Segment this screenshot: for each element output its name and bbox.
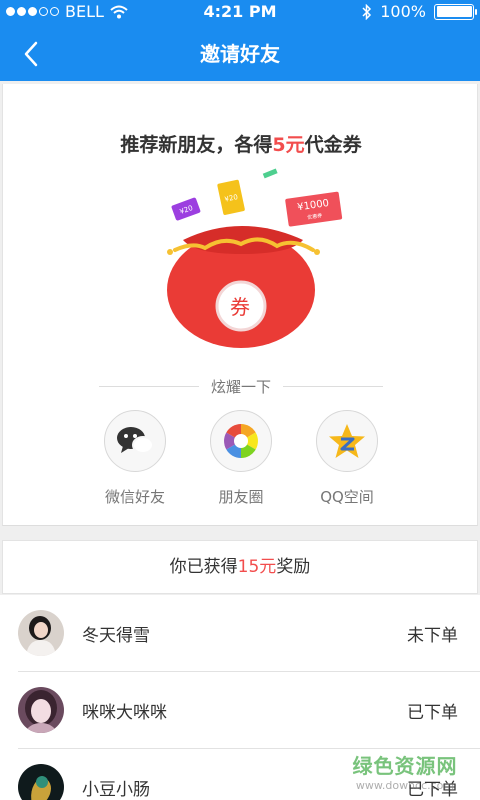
status-bar: BELL 4:21 PM 100% bbox=[0, 0, 480, 24]
coupon-red: ¥1000 优惠券 bbox=[285, 191, 343, 227]
app-header: BELL 4:21 PM 100% 邀请好友 bbox=[0, 0, 480, 81]
watermark-text: 绿色资源网 bbox=[352, 754, 458, 778]
invite-headline: 推荐新朋友，各得5元代金券 bbox=[3, 130, 479, 157]
order-status: 已下单 bbox=[407, 703, 458, 723]
avatar bbox=[18, 764, 64, 800]
battery-percent: 100% bbox=[380, 2, 426, 21]
friend-name: 小豆小肠 bbox=[82, 780, 150, 800]
reward-summary: 你已获得15元奖励 bbox=[2, 540, 478, 594]
share-wechat-label: 微信好友 bbox=[104, 488, 165, 506]
reward-prefix: 你已获得 bbox=[169, 557, 238, 577]
share-qzone-label: QQ空间 bbox=[320, 488, 374, 506]
share-qzone-button[interactable]: QQ空间 bbox=[297, 410, 397, 507]
coupon-bag-illustration: ¥20 ¥20 ¥1000 优惠券 券 bbox=[167, 168, 343, 348]
friend-name: 冬天得雪 bbox=[82, 626, 150, 646]
page-title: 邀请好友 bbox=[200, 42, 280, 66]
avatar bbox=[18, 610, 64, 656]
avatar bbox=[18, 687, 64, 733]
order-status: 未下单 bbox=[407, 626, 458, 646]
headline-amount: 5元 bbox=[272, 134, 305, 156]
share-divider: 炫耀一下 bbox=[99, 374, 384, 398]
share-moments-label: 朋友圈 bbox=[218, 488, 264, 506]
share-wechat-button[interactable]: 微信好友 bbox=[85, 410, 185, 507]
headline-prefix: 推荐新朋友，各得 bbox=[120, 134, 273, 156]
friend-name: 咪咪大咪咪 bbox=[82, 703, 167, 723]
qzone-icon bbox=[316, 410, 378, 472]
wechat-icon bbox=[104, 410, 166, 472]
invite-card: 推荐新朋友，各得5元代金券 ¥20 ¥20 ¥1000 优惠券 券 炫耀一下 微… bbox=[2, 84, 478, 526]
bluetooth-icon bbox=[362, 3, 372, 20]
moments-icon bbox=[210, 410, 272, 472]
share-moments-button[interactable]: 朋友圈 bbox=[191, 410, 291, 507]
watermark-url: www.downcc.com bbox=[355, 779, 455, 792]
reward-amount: 15元 bbox=[237, 557, 277, 577]
share-title: 炫耀一下 bbox=[211, 377, 272, 396]
headline-suffix: 代金券 bbox=[304, 134, 362, 156]
bag-label: 券 bbox=[230, 295, 250, 319]
battery-icon bbox=[434, 3, 477, 20]
site-watermark: 绿色资源网 www.downcc.com bbox=[340, 750, 470, 792]
list-item[interactable]: 冬天得雪 未下单 bbox=[0, 595, 480, 672]
reward-suffix: 奖励 bbox=[276, 557, 311, 577]
coupon-purple: ¥20 bbox=[171, 197, 201, 221]
status-right: 100% bbox=[362, 2, 477, 21]
coupon-yellow: ¥20 bbox=[217, 179, 245, 215]
list-item[interactable]: 咪咪大咪咪 已下单 bbox=[0, 672, 480, 749]
